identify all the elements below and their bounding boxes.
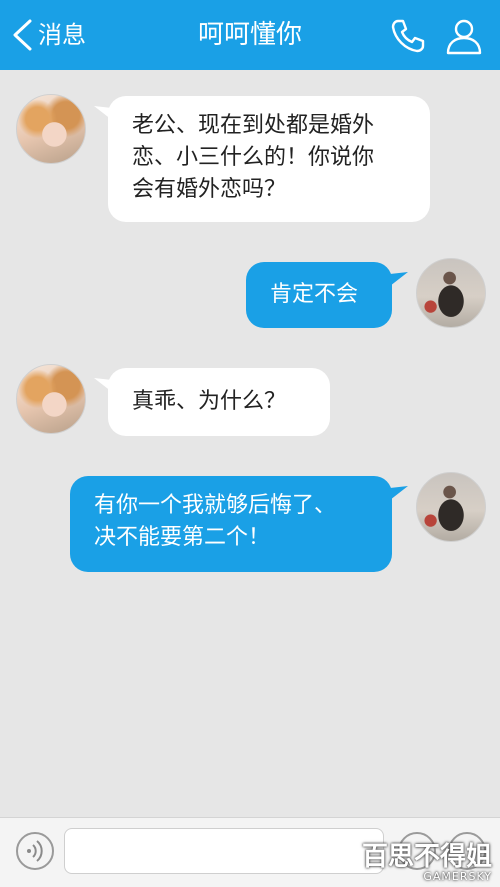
avatar[interactable] [16,94,86,164]
watermark: 百思不得姐 GAMERSKY [362,843,492,883]
bubble-tail [390,486,408,500]
watermark-sub: GAMERSKY [423,870,492,883]
message-text: 恋、小三什么的！你说你 [132,145,375,170]
avatar[interactable] [416,258,486,328]
person-icon[interactable] [444,16,484,56]
message-input[interactable] [64,828,384,874]
message-text: 决不能要第二个！ [94,525,271,550]
top-bar: 消息 呵呵懂你 [0,0,500,70]
back-label: 消息 [38,21,86,49]
message-text: 肯定不会 [270,282,359,307]
message-bubble[interactable]: 真乖、为什么？ [108,368,330,436]
back-button[interactable]: 消息 [10,14,86,56]
chevron-left-icon [13,19,32,51]
message-text: 会有婚外恋吗？ [132,177,287,202]
message-text: 老公、现在到处都是婚外 [132,113,375,138]
phone-icon[interactable] [388,16,428,56]
message-bubble[interactable]: 老公、现在到处都是婚外 恋、小三什么的！你说你 会有婚外恋吗？ [108,96,430,222]
bubble-tail [390,272,408,286]
avatar[interactable] [16,364,86,434]
watermark-main: 百思不得姐 [361,842,492,872]
avatar[interactable] [416,472,486,542]
voice-icon[interactable] [16,832,54,870]
voice-waves-icon [27,840,43,862]
message-text: 有你一个我就够后悔了、 [94,493,337,518]
message-text: 真乖、为什么？ [132,389,287,414]
message-bubble[interactable]: 有你一个我就够后悔了、 决不能要第二个！ [70,476,392,572]
message-bubble[interactable]: 肯定不会 [246,262,392,328]
